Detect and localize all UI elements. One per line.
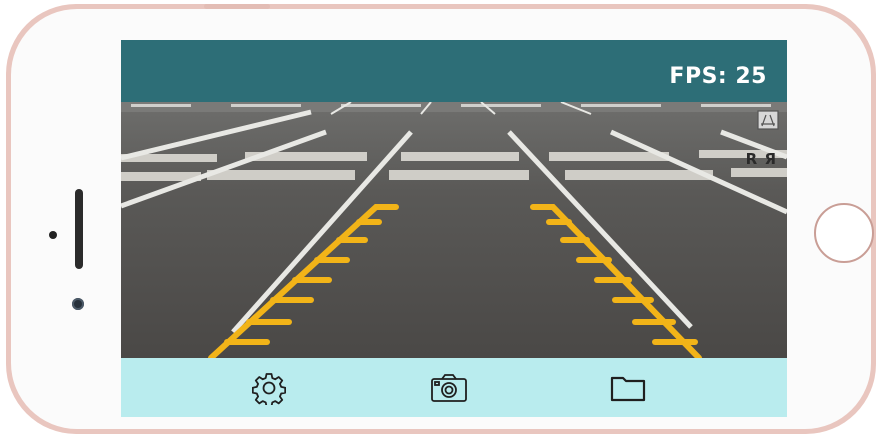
parking-guide-icon-glyph (757, 110, 779, 130)
proximity-sensor (49, 231, 57, 239)
front-camera (72, 298, 84, 310)
status-bar: FPS: 25 (121, 40, 787, 102)
camera-icon (431, 374, 467, 402)
toolbar (121, 358, 787, 417)
home-button[interactable] (814, 203, 874, 263)
files-button[interactable] (608, 370, 648, 406)
parking-lot-scene (121, 102, 787, 358)
mirror-toggle[interactable]: R Я (746, 150, 777, 168)
app-screen: FPS: 25 R Я (121, 40, 787, 417)
camera-view: R Я (121, 102, 787, 358)
fps-readout: FPS: 25 (669, 64, 767, 89)
settings-button[interactable] (249, 370, 289, 406)
parking-guide-icon[interactable] (757, 110, 779, 130)
folder-icon (610, 376, 646, 402)
earpiece-speaker (75, 189, 83, 269)
gear-icon (252, 373, 286, 405)
capture-button[interactable] (429, 370, 469, 406)
